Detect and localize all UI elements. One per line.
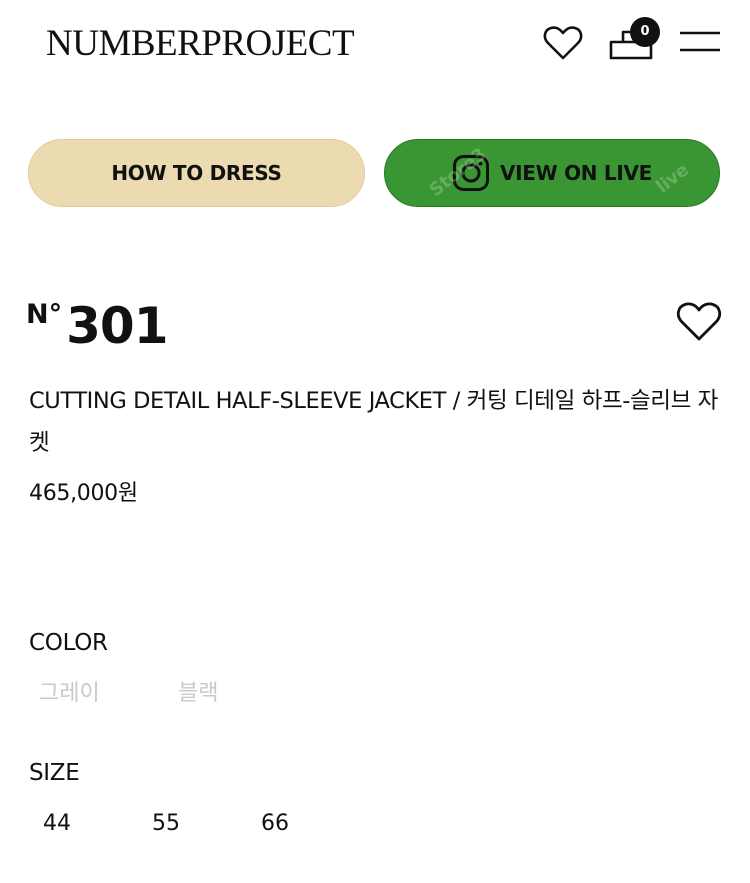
hamburger-menu-icon[interactable] xyxy=(680,30,720,54)
cart-count-badge[interactable]: 0 xyxy=(630,17,660,47)
how-to-dress-label: HOW TO DRESS xyxy=(111,161,282,185)
heart-outline-icon[interactable] xyxy=(676,301,722,342)
size-label: SIZE xyxy=(29,760,80,786)
size-option-66[interactable]: 66 xyxy=(261,808,289,840)
watermark: live xyxy=(652,159,693,198)
color-option-gray[interactable]: 그레이 xyxy=(39,678,100,710)
how-to-dress-button[interactable]: HOW TO DRESS xyxy=(28,139,365,207)
color-option-black[interactable]: 블랙 xyxy=(178,678,218,710)
view-on-live-button[interactable]: Store3 live VIEW ON LIVE xyxy=(384,139,720,207)
brand-logo[interactable]: NUMBERPROJECT xyxy=(46,22,355,66)
product-price: 465,000원 xyxy=(29,481,138,506)
size-option-44[interactable]: 44 xyxy=(43,808,71,840)
number-sign: N° xyxy=(26,299,63,330)
product-number: N° 301 xyxy=(26,296,168,356)
size-option-55[interactable]: 55 xyxy=(152,808,180,840)
color-label: COLOR xyxy=(29,630,108,656)
product-name: CUTTING DETAIL HALF-SLEEVE JACKET / 커팅 디… xyxy=(29,388,718,456)
heart-outline-icon[interactable] xyxy=(543,25,583,61)
view-on-live-label: VIEW ON LIVE xyxy=(499,161,653,185)
product-number-value: 301 xyxy=(66,297,168,355)
instagram-icon xyxy=(452,155,489,191)
site-header: NUMBERPROJECT 0 xyxy=(0,0,750,90)
